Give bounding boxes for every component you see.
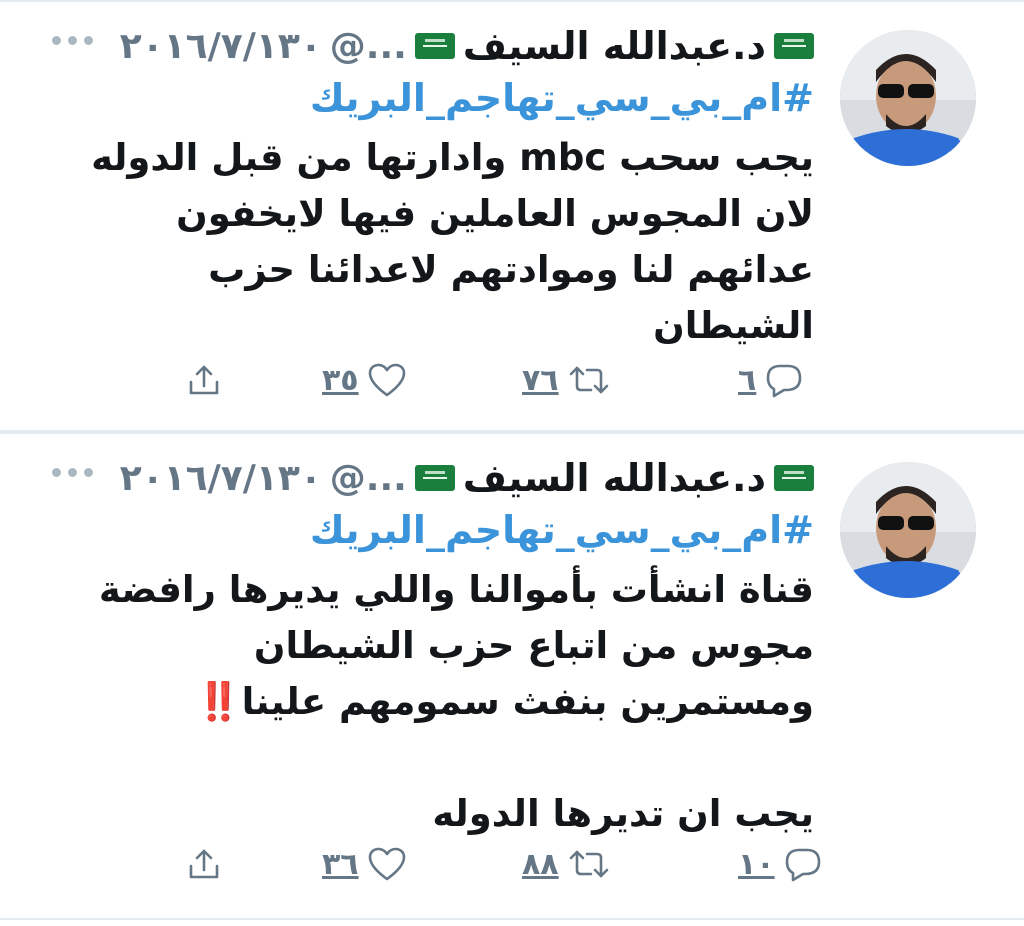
author-handle[interactable]: ...@ [330,26,407,67]
reply-icon [785,848,820,882]
author-handle[interactable]: ...@ [330,458,407,499]
like-icon [368,363,405,397]
reply-count: ١٠ [738,846,775,882]
hashtag-link[interactable]: #ام_بي_سي_تهاجم_البريك [310,508,814,552]
more-icon[interactable] [52,468,93,477]
share-button[interactable] [186,836,222,892]
tweet-date[interactable]: ٢٠١٦/٧/١٣٠ [120,458,322,499]
retweet-icon [569,366,608,394]
retweet-icon [569,850,608,878]
like-icon [368,847,405,881]
tweet-text: يجب سحب mbc وادارتها من قبل الدوله لان ا… [91,136,814,347]
like-count: ٣٥ [322,362,359,398]
share-icon [189,849,219,879]
share-button[interactable] [186,352,222,408]
tweet-header: د.عبدالله السيف ...@ ٢٠١٦/٧/١٣٠ [120,24,814,68]
flag-icon [774,33,814,59]
more-icon[interactable] [52,36,93,45]
reply-button[interactable]: ٦ [738,352,804,408]
tweet-text: قناة انشأت بأموالنا واللي يديرها رافضة م… [98,568,814,835]
like-count: ٣٦ [322,846,359,882]
retweet-count: ٧٦ [522,362,559,398]
tweet-card[interactable]: د.عبدالله السيف ...@ ٢٠١٦/٧/١٣٠ #ام_بي_س… [0,432,1024,920]
retweet-button[interactable]: ٧٦ [522,352,611,408]
like-button[interactable]: ٣٦ [322,836,407,892]
reply-count: ٦ [738,362,757,398]
avatar[interactable] [840,30,976,166]
reply-button[interactable]: ١٠ [738,836,823,892]
avatar[interactable] [840,462,976,598]
tweet-actions: ٣٥ ٧٦ ٦ [0,352,1024,408]
like-button[interactable]: ٣٥ [322,352,407,408]
hashtag-link[interactable]: #ام_بي_سي_تهاجم_البريك [310,76,814,120]
tweet-card[interactable]: د.عبدالله السيف ...@ ٢٠١٦/٧/١٣٠ #ام_بي_س… [0,0,1024,432]
reply-icon [767,364,802,398]
author-name[interactable]: د.عبدالله السيف [463,24,766,68]
flag-icon [774,465,814,491]
share-icon [189,365,219,395]
tweet-date[interactable]: ٢٠١٦/٧/١٣٠ [120,26,322,67]
retweet-button[interactable]: ٨٨ [522,836,611,892]
author-name[interactable]: د.عبدالله السيف [463,456,766,500]
tweet-actions: ٣٦ ٨٨ ١٠ [0,836,1024,892]
flag-icon [414,33,455,59]
tweet-header: د.عبدالله السيف ...@ ٢٠١٦/٧/١٣٠ [120,456,814,500]
retweet-count: ٨٨ [522,846,559,882]
flag-icon [414,465,455,491]
